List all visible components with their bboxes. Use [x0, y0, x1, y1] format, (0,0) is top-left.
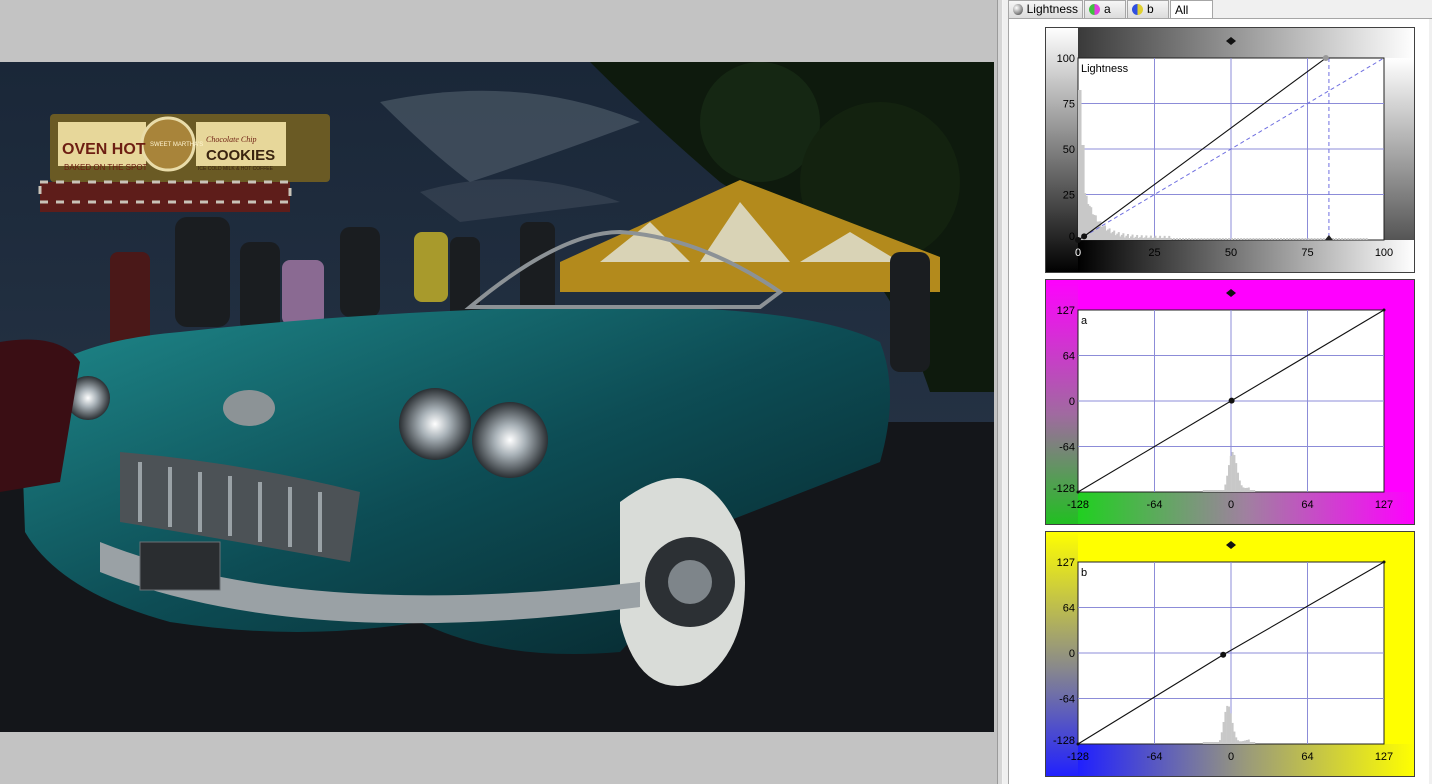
sign-cookies: COOKIES	[206, 147, 275, 164]
sign-baked: BAKED ON THE SPOT	[64, 163, 148, 172]
b-curve-graph[interactable]: b 127 64 0 -64 -128 -128 -64 0 64 127	[1045, 531, 1415, 777]
a-x-tick-label: 127	[1375, 499, 1393, 511]
sign-oven-hot: OVEN HOT	[62, 141, 146, 158]
tab-lightness[interactable]: Lightness	[1008, 0, 1083, 18]
photo-image: OVEN HOT BAKED ON THE SPOT SWEET MARTHA'…	[0, 62, 994, 732]
a-x-tick-label: -128	[1067, 499, 1089, 511]
tab-b[interactable]: b	[1127, 0, 1169, 18]
a-x-tick-label: 64	[1301, 499, 1313, 511]
b-y-tick-label: -128	[1053, 735, 1075, 747]
lightness-control-point[interactable]	[1075, 237, 1081, 243]
tab-lightness-label: Lightness	[1026, 2, 1078, 16]
lightness-y-tick-label: 100	[1057, 53, 1075, 65]
a-y-tick-label: 0	[1069, 396, 1075, 408]
a-y-tick-label: 127	[1057, 305, 1075, 317]
lightness-control-point[interactable]	[1322, 55, 1329, 61]
photo-preview[interactable]: OVEN HOT BAKED ON THE SPOT SWEET MARTHA'…	[0, 62, 994, 732]
b-x-tick-label: 127	[1375, 751, 1393, 763]
lightness-curve-graph[interactable]: Lightness 100 75 50 25 00 25 50 75 100	[1045, 27, 1415, 273]
a-control-point[interactable]	[1382, 308, 1386, 312]
curves-panel: Lightness a b All Lightness 100 75 50 25 0 0 25…	[1003, 0, 1432, 784]
lightness-x-tick-label: 25	[1148, 247, 1160, 259]
tab-all-label: All	[1175, 2, 1189, 17]
lightness-control-point[interactable]	[1081, 233, 1088, 240]
a-y-tick-label: -128	[1053, 483, 1075, 495]
lightness-y-tick-label: 25	[1063, 190, 1075, 202]
b-control-point[interactable]	[1220, 651, 1227, 658]
b-x-tick-label: -64	[1147, 751, 1163, 763]
lightness-icon	[1013, 4, 1023, 15]
b-y-tick-label: 64	[1063, 603, 1075, 615]
a-x-tick-label: 0	[1228, 499, 1234, 511]
sign-cookies-script: Chocolate Chip	[206, 135, 256, 144]
b-y-tick-label: -64	[1059, 694, 1075, 706]
b-control-point[interactable]	[1382, 560, 1386, 564]
lightness-channel-label: Lightness	[1081, 63, 1129, 75]
a-y-tick-label: 64	[1063, 351, 1075, 363]
b-x-tick-label: 0	[1228, 751, 1234, 763]
a-curve-panel: a 127 64 0 -64 -128 -128 -64 0 64 127	[1045, 279, 1415, 525]
b-curve-panel: b 127 64 0 -64 -128 -128 -64 0 64 127	[1045, 531, 1415, 777]
tab-a[interactable]: a	[1084, 0, 1126, 18]
lightness-curve-panel: Lightness 100 75 50 25 0 0 25 50 75 100	[1045, 27, 1415, 273]
b-x-tick-label: -128	[1067, 751, 1089, 763]
lightness-y-tick-label: 75	[1063, 99, 1075, 111]
a-y-tick-label: -64	[1059, 442, 1075, 454]
tab-b-label: b	[1147, 2, 1154, 16]
tab-content: Lightness 100 75 50 25 0 0 25 50 75 100 a 127 64 0 -64…	[1008, 19, 1429, 784]
image-canvas-area: OVEN HOT BAKED ON THE SPOT SWEET MARTHA'…	[0, 0, 997, 784]
lightness-x-tick-label: 50	[1225, 247, 1237, 259]
b-y-tick-label: 0	[1069, 648, 1075, 660]
a-control-point[interactable]	[1076, 490, 1080, 494]
b-x-tick-label: 64	[1301, 751, 1313, 763]
a-channel-icon	[1089, 4, 1100, 15]
a-curve-graph[interactable]: a 127 64 0 -64 -128 -128 -64 0 64 127	[1045, 279, 1415, 525]
b-y-tick-label: 127	[1057, 557, 1075, 569]
a-control-point[interactable]	[1228, 397, 1235, 404]
tab-a-label: a	[1104, 2, 1111, 16]
sign-cookies-sub: ICE COLD MILK & HOT COFFEE	[198, 166, 274, 172]
lightness-y-tick-label: 0	[1069, 231, 1075, 243]
channel-tab-bar: Lightness a b All	[1008, 0, 1432, 19]
b-channel-label: b	[1081, 567, 1087, 579]
a-channel-label: a	[1081, 315, 1088, 327]
a-x-tick-label: -64	[1147, 499, 1163, 511]
b-control-point[interactable]	[1076, 742, 1080, 746]
lightness-x-tick-label: 0	[1075, 247, 1081, 259]
lightness-x-tick-label: 75	[1301, 247, 1313, 259]
tab-all[interactable]: All	[1170, 0, 1213, 19]
lightness-y-tick-label: 50	[1063, 144, 1075, 156]
sign-brand: SWEET MARTHA'S	[150, 142, 203, 148]
lightness-x-tick-label: 100	[1375, 247, 1393, 259]
b-channel-icon	[1132, 4, 1143, 15]
